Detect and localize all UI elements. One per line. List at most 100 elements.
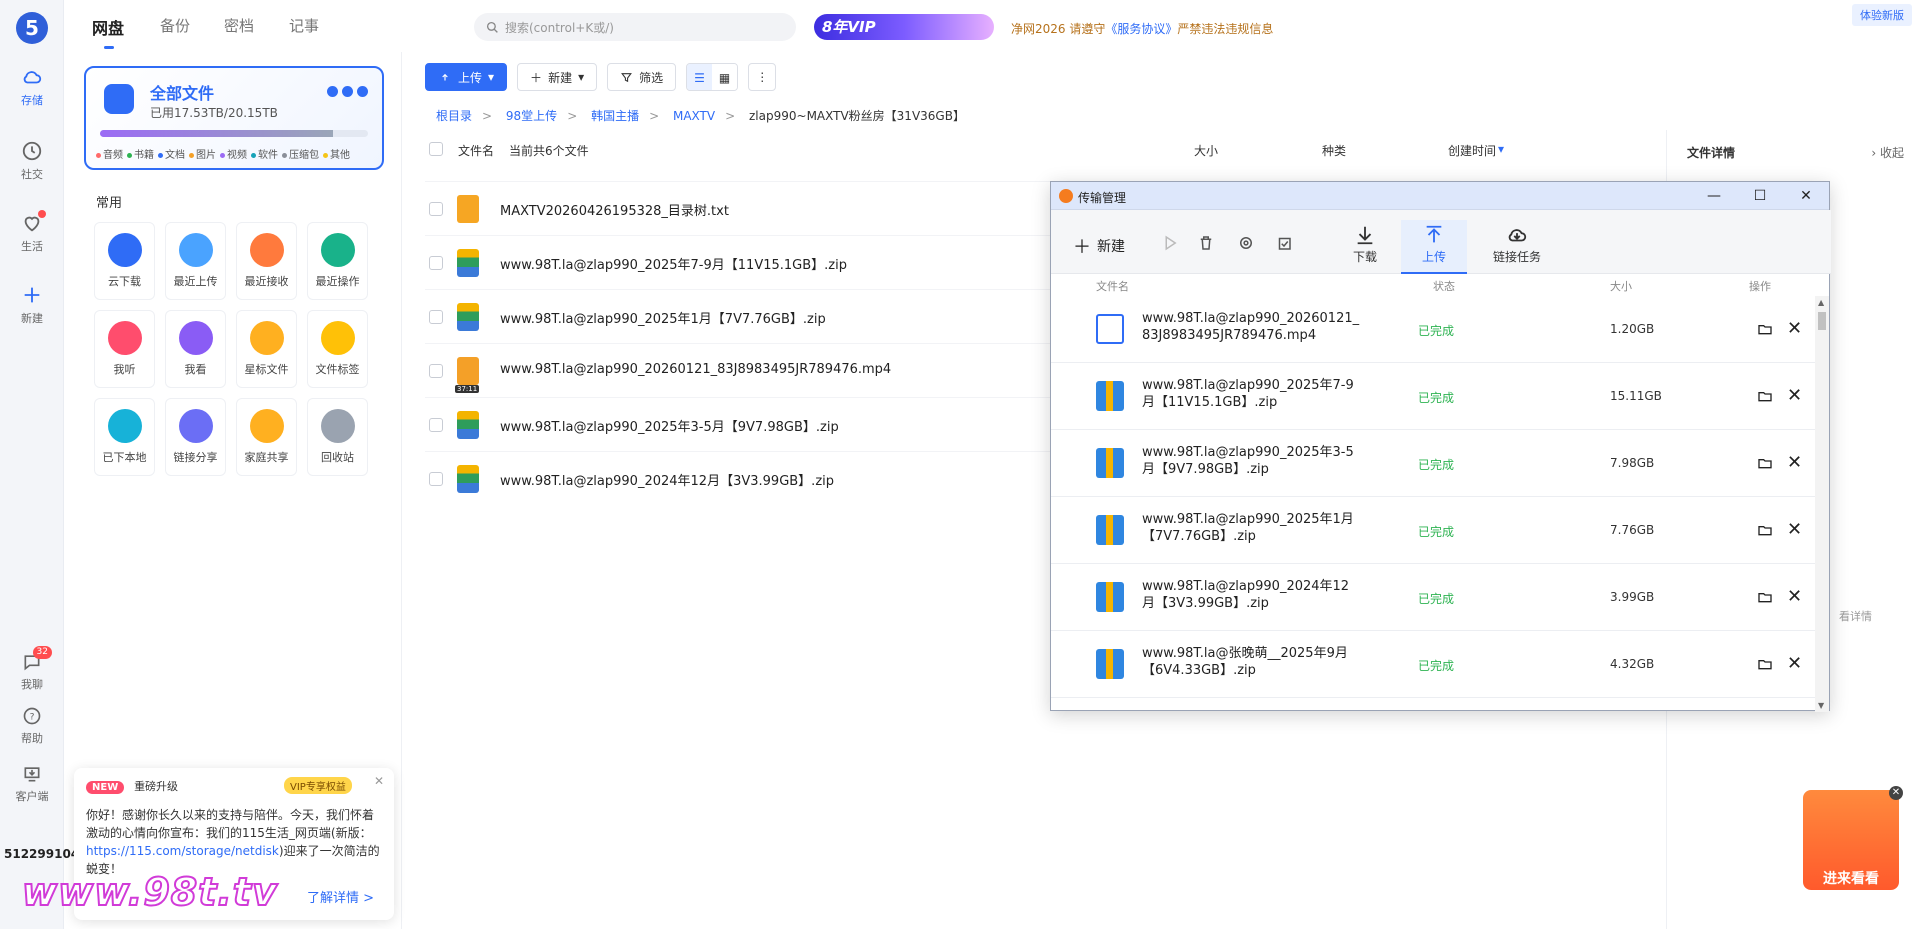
close-icon[interactable]: ✕	[1783, 182, 1829, 210]
scroll-up-icon[interactable]: ▲	[1818, 298, 1824, 307]
sort-down-icon[interactable]: ▾	[1498, 142, 1504, 156]
remove-icon[interactable]: ✕	[1787, 586, 1802, 607]
file-name[interactable]: www.98T.la@zlap990_2024年12月【3V3.99GB】.zi…	[500, 470, 834, 489]
file-name[interactable]: www.98T.la@zlap990_2025年1月【7V7.76GB】.zip	[500, 308, 826, 327]
close-icon[interactable]: ✕	[374, 774, 384, 788]
rail-item-life[interactable]: 生活	[0, 210, 64, 254]
open-folder-icon[interactable]	[1757, 522, 1773, 538]
tab-netdisk[interactable]: 网盘	[92, 15, 124, 49]
create-button[interactable]: ＋ 新建 ▾	[517, 63, 598, 91]
app-logo[interactable]: 5	[16, 12, 48, 44]
minimize-icon[interactable]: —	[1691, 182, 1737, 210]
file-name[interactable]: www.98T.la@zlap990_20260121_83J8983495JR…	[500, 362, 891, 377]
tile-play[interactable]: 我看	[165, 310, 226, 388]
scrollbar[interactable]: ▲ ▼	[1815, 296, 1829, 712]
open-folder-icon[interactable]	[1757, 656, 1773, 672]
tile-trash[interactable]: 回收站	[307, 398, 368, 476]
play-icon[interactable]	[1161, 234, 1179, 252]
check-all-icon[interactable]	[1275, 234, 1293, 252]
upload-button[interactable]: 上传 ▾	[425, 63, 508, 91]
file-name[interactable]: www.98T.la@zlap990_2025年7-9月【11V15.1GB】.…	[500, 254, 847, 273]
tile-star[interactable]: 星标文件	[236, 310, 297, 388]
scroll-thumb[interactable]	[1818, 312, 1826, 330]
open-folder-icon[interactable]	[1757, 321, 1773, 337]
tile-download[interactable]: 已下本地	[94, 398, 155, 476]
scroll-down-icon[interactable]: ▼	[1818, 701, 1824, 710]
open-folder-icon[interactable]	[1757, 589, 1773, 605]
tile-cloud-download[interactable]: 云下载	[94, 222, 155, 300]
open-folder-icon[interactable]	[1757, 388, 1773, 404]
row-checkbox[interactable]	[429, 310, 443, 324]
new-task-button[interactable]: ＋ 新建	[1073, 233, 1125, 259]
settings-icon[interactable]	[1237, 234, 1255, 252]
transfer-row[interactable]: www.98T.la@张晚萌__2025年9月【6V4.33GB】.zip 已完成…	[1051, 631, 1817, 698]
row-checkbox[interactable]	[429, 418, 443, 432]
grid-view-button[interactable]: ▦	[711, 64, 738, 90]
close-icon[interactable]: ✕	[1889, 786, 1903, 800]
tile-history[interactable]: 最近操作	[307, 222, 368, 300]
breadcrumb-item[interactable]: MAXTV	[673, 109, 715, 123]
more-button[interactable]: ⋮	[748, 63, 777, 91]
open-folder-icon[interactable]	[1757, 455, 1773, 471]
filter-button[interactable]: 筛选	[607, 63, 677, 91]
rail-item-social[interactable]: 社交	[0, 140, 64, 182]
maximize-icon[interactable]: ☐	[1737, 182, 1783, 210]
tab-vault[interactable]: 密档	[224, 15, 254, 36]
transfer-row[interactable]: www.98T.la@zlap990_2025年7-9月【11V15.1GB】.…	[1051, 363, 1817, 430]
all-files-card[interactable]: 全部文件 已用17.53TB/20.15TB 音频 书籍 文档 图片 视频 软件 压缩包 其他	[84, 66, 384, 170]
tile-tag[interactable]: 文件标签	[307, 310, 368, 388]
tab-notes[interactable]: 记事	[289, 15, 319, 36]
collapse-button[interactable]: › 收起	[1871, 144, 1904, 161]
row-checkbox[interactable]	[429, 472, 443, 486]
remove-icon[interactable]: ✕	[1787, 519, 1802, 540]
tile-inbox[interactable]: 最近接收	[236, 222, 297, 300]
list-view-button[interactable]: ☰	[687, 64, 712, 90]
announcement-link[interactable]: https://115.com/storage/netdisk	[86, 844, 279, 858]
transfer-row[interactable]: www.98T.la@zlap990_20260121_83J8983495JR…	[1051, 296, 1817, 363]
dialog-titlebar[interactable]: 传输管理 — ☐ ✕	[1051, 182, 1829, 210]
transfer-row[interactable]: www.98T.la@zlap990_2025年3-5月【9V7.98GB】.z…	[1051, 430, 1817, 497]
tab-backup[interactable]: 备份	[160, 15, 190, 36]
search-input[interactable]: 搜索(control+K或/)	[474, 13, 796, 41]
vip-banner[interactable]: 8年VIP	[814, 14, 994, 40]
row-checkbox[interactable]	[429, 202, 443, 216]
select-all-checkbox[interactable]	[429, 142, 443, 156]
tile-upload[interactable]: 最近上传	[165, 222, 226, 300]
rail-item-new[interactable]: 新建	[0, 284, 64, 326]
rail-item-storage[interactable]: 存储	[0, 66, 64, 108]
file-name[interactable]: www.98T.la@zlap990_2025年3-5月【9V7.98GB】.z…	[500, 416, 839, 435]
rail-item-help[interactable]: ? 帮助	[0, 706, 64, 746]
col-created[interactable]: 创建时间	[1448, 142, 1496, 159]
col-size[interactable]: 大小	[1194, 142, 1218, 159]
tile-share[interactable]: 链接分享	[165, 398, 226, 476]
promo-ad[interactable]: ✕ 进来看看	[1803, 786, 1903, 890]
learn-more-link[interactable]: 了解详情 >	[307, 887, 374, 906]
more-icon[interactable]	[327, 86, 368, 97]
remove-icon[interactable]: ✕	[1787, 653, 1802, 674]
rail-item-client[interactable]: 客户端	[0, 764, 64, 804]
breadcrumb-item[interactable]: 98堂上传	[506, 109, 557, 123]
transfer-row[interactable]: www.98T.la@zlap990_2024年12月【3V3.99GB】.zi…	[1051, 564, 1817, 631]
view-detail-link[interactable]: 看详情	[1839, 608, 1872, 624]
rail-item-chat[interactable]: 32 我聊	[0, 646, 64, 692]
remove-icon[interactable]: ✕	[1787, 385, 1802, 406]
col-filename[interactable]: 文件名	[458, 142, 494, 159]
row-checkbox[interactable]	[429, 364, 443, 378]
row-checkbox[interactable]	[429, 256, 443, 270]
try-new-version-button[interactable]: 体验新版	[1852, 4, 1912, 26]
tab-upload[interactable]: 上传	[1401, 220, 1467, 274]
tab-download[interactable]: 下载	[1332, 220, 1398, 274]
vip-badge[interactable]: VIP专享权益	[284, 777, 352, 794]
tile-headphones[interactable]: 我听	[94, 310, 155, 388]
breadcrumb-item[interactable]: 韩国主播	[591, 109, 639, 123]
trash-icon[interactable]	[1197, 234, 1215, 252]
remove-icon[interactable]: ✕	[1787, 452, 1802, 473]
breadcrumb-item[interactable]: 根目录	[436, 109, 472, 123]
tile-family[interactable]: 家庭共享	[236, 398, 297, 476]
file-name[interactable]: MAXTV20260426195328_目录树.txt	[500, 200, 729, 219]
tab-link-task[interactable]: 链接任务	[1477, 220, 1557, 274]
remove-icon[interactable]: ✕	[1787, 318, 1802, 339]
service-agreement-link[interactable]: 《服务协议》	[1105, 22, 1177, 36]
col-type[interactable]: 种类	[1322, 142, 1346, 159]
transfer-row[interactable]: www.98T.la@zlap990_2025年1月【7V7.76GB】.zip…	[1051, 497, 1817, 564]
